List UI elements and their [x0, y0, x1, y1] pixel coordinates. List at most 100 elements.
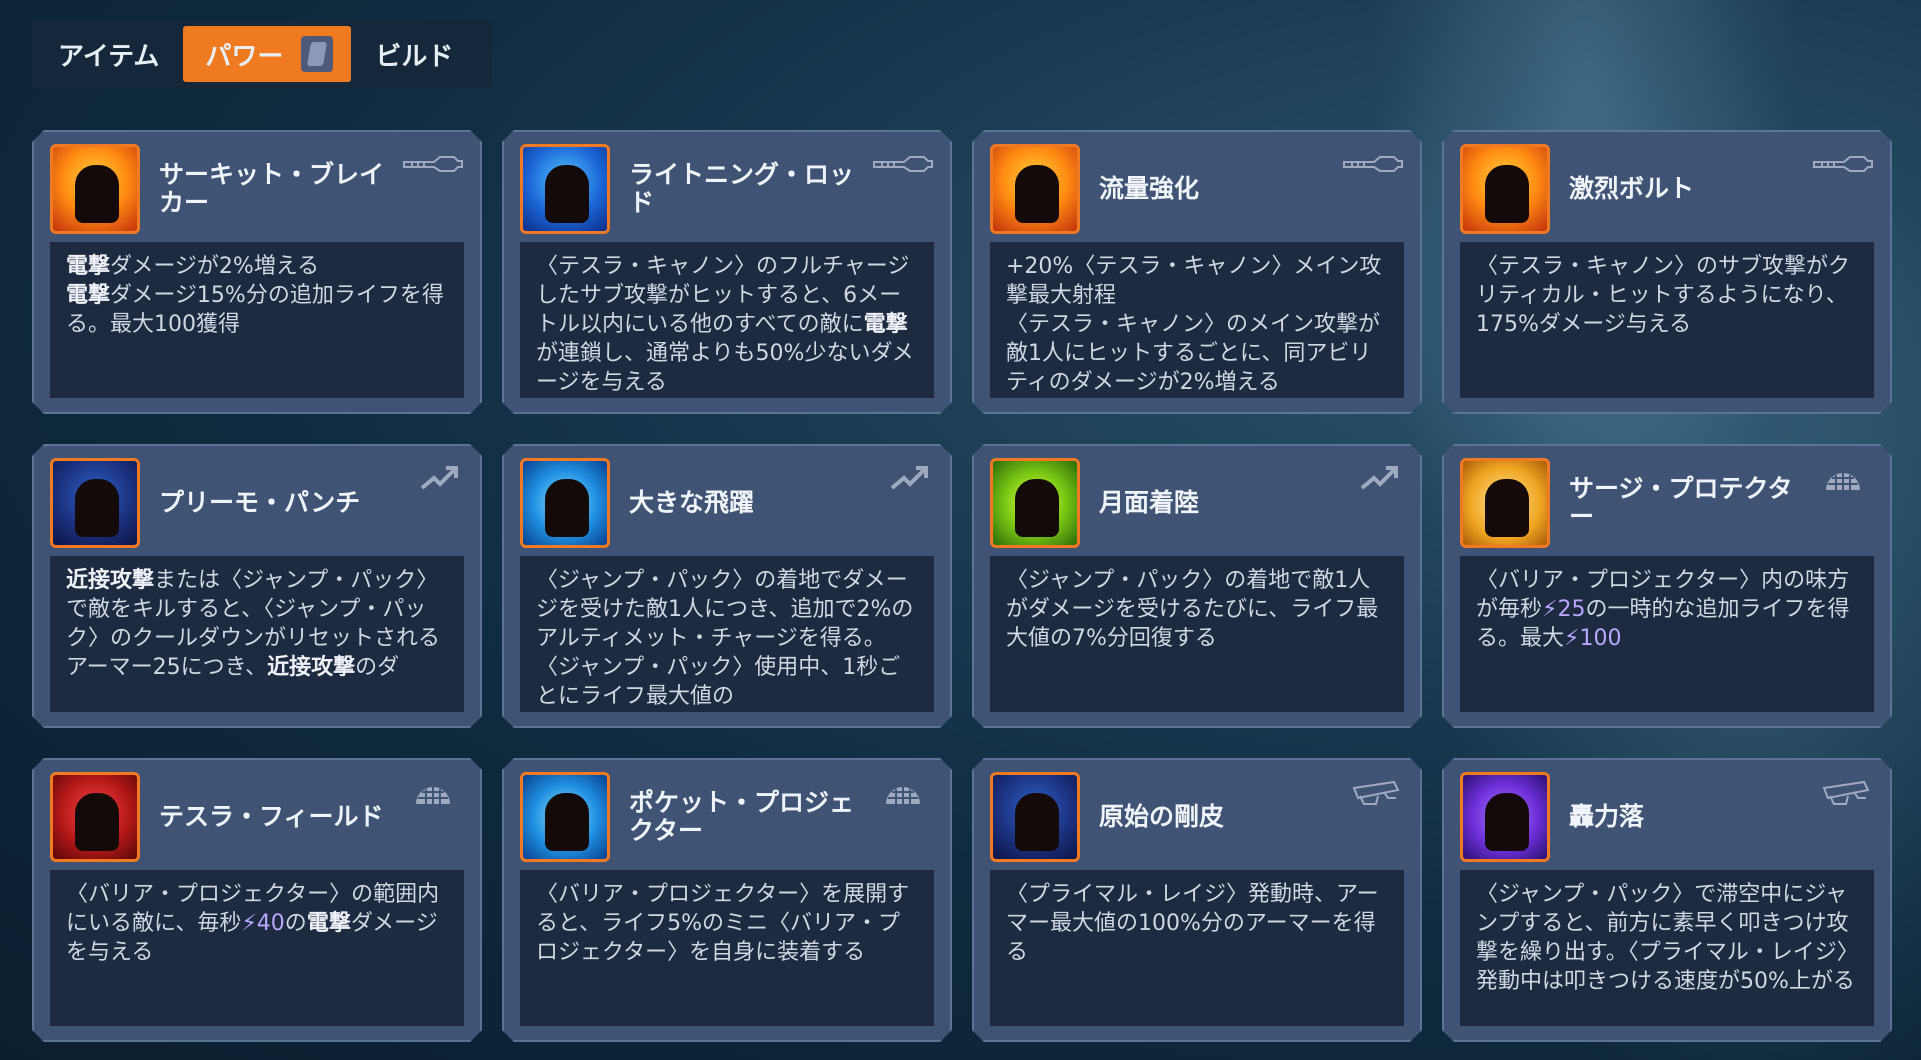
description-text: のダ — [355, 655, 400, 680]
keyword: 電撃 — [863, 312, 908, 337]
description-text: が連鎖し、通常よりも50%少ないダメージを与える — [536, 341, 914, 395]
keyword: 近接攻撃 — [267, 655, 356, 680]
description-line: +20%〈テスラ・キャノン〉メイン攻撃最大射程 — [1006, 252, 1388, 310]
keyword: 電撃 — [306, 911, 351, 936]
tab-build-label: ビルド — [375, 41, 454, 72]
power-card-grid: サーキット・ブレイカー 電撃ダメージが2%増える 電撃ダメージ15%分の追加ライフを… — [32, 130, 1892, 1042]
value-highlight: ⚡100 — [1564, 626, 1622, 651]
power-card[interactable]: ライトニング・ロッド〈テスラ・キャノン〉のフルチャージしたサブ攻撃がヒットすると… — [502, 130, 952, 414]
power-description: 〈ジャンプ・パック〉の着地でダメージを受けた敵1人につき、追加で2%のアルティメ… — [520, 556, 934, 712]
power-description: +20%〈テスラ・キャノン〉メイン攻撃最大射程 〈テスラ・キャノン〉のメイン攻撃が… — [990, 242, 1404, 398]
description-line: 近接攻撃または〈ジャンプ・パック〉で敵をキルすると、〈ジャンプ・パック〉のクール… — [66, 566, 448, 653]
power-card[interactable]: 大きな飛躍〈ジャンプ・パック〉の着地でダメージを受けた敵1人につき、追加で2%の… — [502, 444, 952, 728]
power-name: サージ・プロテクター — [1569, 474, 1793, 531]
primal-hide-icon — [990, 772, 1080, 862]
power-card[interactable]: サーキット・ブレイカー 電撃ダメージが2%増える 電撃ダメージ15%分の追加ライフを… — [32, 130, 482, 414]
power-card[interactable]: サージ・プロテクター〈バリア・プロジェクター〉内の味方が毎秒⚡25の一時的な追加… — [1442, 444, 1892, 728]
description-line: 〈テスラ・キャノン〉のフルチャージしたサブ攻撃がヒットすると、6メートル以内にい… — [536, 252, 918, 397]
power-description: 〈プライマル・レイジ〉発動時、アーマー最大値の100%分のアーマーを得る — [990, 870, 1404, 1026]
power-card[interactable]: 轟力落〈ジャンプ・パック〉で滞空中にジャンプすると、前方に素早く叩きつけ攻撃を繰… — [1442, 758, 1892, 1042]
jump-pack-icon — [1342, 464, 1404, 494]
circuit-breaker-icon — [50, 144, 140, 234]
description-line: 〈バリア・プロジェクター〉の範囲内にいる敵に、毎秒⚡40の電撃ダメージを与える — [66, 880, 448, 967]
power-name: 轟力落 — [1569, 802, 1645, 831]
power-name: 原始の剛皮 — [1099, 802, 1225, 831]
keyword: 電撃 — [66, 254, 111, 279]
power-name: 大きな飛躍 — [629, 488, 755, 517]
description-line: 〈プライマル・レイジ〉発動時、アーマー最大値の100%分のアーマーを得る — [1006, 880, 1388, 967]
power-card[interactable]: 原始の剛皮〈プライマル・レイジ〉発動時、アーマー最大値の100%分のアーマーを得… — [972, 758, 1422, 1042]
power-description: 〈テスラ・キャノン〉のサブ攻撃がクリティカル・ヒットするようになり、175%ダメ… — [1460, 242, 1874, 398]
power-name: プリーモ・パンチ — [159, 488, 361, 517]
power-chip-icon — [301, 36, 334, 72]
tesla-cannon-icon — [402, 150, 464, 180]
power-description: 〈バリア・プロジェクター〉の範囲内にいる敵に、毎秒⚡40の電撃ダメージを与える — [50, 870, 464, 1026]
description-text: ダメージ15%分の追加ライフを得る。最大100獲得 — [66, 283, 444, 337]
power-name: 月面着陸 — [1099, 488, 1200, 517]
power-name: ライトニング・ロッド — [629, 160, 855, 217]
tab-items-label: アイテム — [58, 41, 160, 72]
tesla-cannon-icon — [1812, 150, 1874, 180]
description-line: アーマー25につき、近接攻撃のダ — [66, 653, 448, 682]
value-highlight: ⚡40 — [241, 911, 285, 936]
tab-powers[interactable]: パワー — [183, 26, 352, 82]
barrier-projector-icon — [872, 778, 934, 808]
power-card[interactable]: 激烈ボルト〈テスラ・キャノン〉のサブ攻撃がクリティカル・ヒットするようになり、1… — [1442, 130, 1892, 414]
thunder-drop-icon — [1460, 772, 1550, 862]
power-name: 激烈ボルト — [1569, 174, 1695, 203]
tab-items[interactable]: アイテム — [38, 26, 179, 82]
power-card[interactable]: テスラ・フィールド〈バリア・プロジェクター〉の範囲内にいる敵に、毎秒⚡40の電撃… — [32, 758, 482, 1042]
power-description: 〈ジャンプ・パック〉の着地で敵1人がダメージを受けるたびに、ライフ最大値の7%分… — [990, 556, 1404, 712]
power-card[interactable]: プリーモ・パンチ近接攻撃または〈ジャンプ・パック〉で敵をキルすると、〈ジャンプ・… — [32, 444, 482, 728]
moon-landing-icon — [990, 458, 1080, 548]
tab-powers-label: パワー — [205, 41, 284, 72]
power-description: 〈バリア・プロジェクター〉を展開すると、ライフ5%のミニ〈バリア・プロジェクター… — [520, 870, 934, 1026]
description-line: 電撃ダメージが2%増える — [66, 252, 448, 281]
big-leap-icon — [520, 458, 610, 548]
power-description: 〈テスラ・キャノン〉のフルチャージしたサブ攻撃がヒットすると、6メートル以内にい… — [520, 242, 934, 398]
description-text: 〈テスラ・キャノン〉のメイン攻撃が敵1人にヒットするごとに、同アビリティのダメー… — [1006, 312, 1381, 395]
description-text: 〈バリア・プロジェクター〉を展開すると、ライフ5%のミニ〈バリア・プロジェクター… — [536, 882, 910, 965]
power-description: 近接攻撃または〈ジャンプ・パック〉で敵をキルすると、〈ジャンプ・パック〉のクール… — [50, 556, 464, 712]
description-line: 〈テスラ・キャノン〉のメイン攻撃が敵1人にヒットするごとに、同アビリティのダメー… — [1006, 310, 1388, 397]
description-text: +20%〈テスラ・キャノン〉メイン攻撃最大射程 — [1006, 254, 1382, 308]
barrier-projector-icon — [1812, 464, 1874, 494]
tesla-cannon-icon — [872, 150, 934, 180]
tab-build[interactable]: ビルド — [355, 26, 473, 82]
power-name: テスラ・フィールド — [159, 802, 384, 831]
fierce-bolt-icon — [1460, 144, 1550, 234]
description-text: の — [284, 911, 307, 936]
description-text: 〈ジャンプ・パック〉で滞空中にジャンプすると、前方に素早く叩きつけ攻撃を繰り出す… — [1476, 882, 1855, 994]
power-description: 〈ジャンプ・パック〉で滞空中にジャンプすると、前方に素早く叩きつけ攻撃を繰り出す… — [1460, 870, 1874, 1026]
description-text: 〈ジャンプ・パック〉の着地で敵1人がダメージを受けるたびに、ライフ最大値の7%分… — [1006, 568, 1379, 651]
power-card[interactable]: 月面着陸〈ジャンプ・パック〉の着地で敵1人がダメージを受けるたびに、ライフ最大値… — [972, 444, 1422, 728]
description-line: 〈テスラ・キャノン〉のサブ攻撃がクリティカル・ヒットするようになり、175%ダメ… — [1476, 252, 1858, 339]
description-text: 〈ジャンプ・パック〉の着地でダメージを受けた敵1人につき、追加で2%のアルティメ… — [536, 568, 914, 709]
tab-bar: アイテム パワー ビルド — [32, 20, 492, 88]
description-text: 〈テスラ・キャノン〉のサブ攻撃がクリティカル・ヒットするようになり、175%ダメ… — [1476, 254, 1851, 337]
jump-pack-icon — [872, 464, 934, 494]
primal-rage-icon — [1812, 778, 1874, 808]
jump-pack-icon — [402, 464, 464, 494]
power-card[interactable]: 流量強化 +20%〈テスラ・キャノン〉メイン攻撃最大射程 〈テスラ・キャノン〉のメイ… — [972, 130, 1422, 414]
description-line: 〈バリア・プロジェクター〉内の味方が毎秒⚡25の一時的な追加ライフを得る。最大⚡… — [1476, 566, 1858, 653]
description-line: 〈ジャンプ・パック〉で滞空中にジャンプすると、前方に素早く叩きつけ攻撃を繰り出す… — [1476, 880, 1858, 996]
description-text: アーマー25につき、 — [66, 655, 268, 680]
description-line: 〈バリア・プロジェクター〉を展開すると、ライフ5%のミニ〈バリア・プロジェクター… — [536, 880, 918, 967]
power-name: 流量強化 — [1099, 174, 1200, 203]
flux-boost-icon — [990, 144, 1080, 234]
power-description: 〈バリア・プロジェクター〉内の味方が毎秒⚡25の一時的な追加ライフを得る。最大⚡… — [1460, 556, 1874, 712]
description-text: ダメージが2%増える — [110, 254, 320, 279]
primo-punch-icon — [50, 458, 140, 548]
tesla-field-icon — [50, 772, 140, 862]
value-highlight: ⚡25 — [1542, 597, 1586, 622]
description-text: 〈プライマル・レイジ〉発動時、アーマー最大値の100%分のアーマーを得る — [1006, 882, 1379, 965]
power-name: ポケット・プロジェクター — [629, 788, 855, 845]
power-card[interactable]: ポケット・プロジェクター〈バリア・プロジェクター〉を展開すると、ライフ5%のミニ… — [502, 758, 952, 1042]
description-text: 〈テスラ・キャノン〉のフルチャージしたサブ攻撃がヒットすると、6メートル以内にい… — [536, 254, 910, 337]
lightning-rod-icon — [520, 144, 610, 234]
primal-rage-icon — [1342, 778, 1404, 808]
description-line: 電撃ダメージ15%分の追加ライフを得る。最大100獲得 — [66, 281, 448, 339]
description-line: 〈ジャンプ・パック〉の着地で敵1人がダメージを受けるたびに、ライフ最大値の7%分… — [1006, 566, 1388, 653]
power-name: サーキット・ブレイカー — [159, 160, 385, 217]
